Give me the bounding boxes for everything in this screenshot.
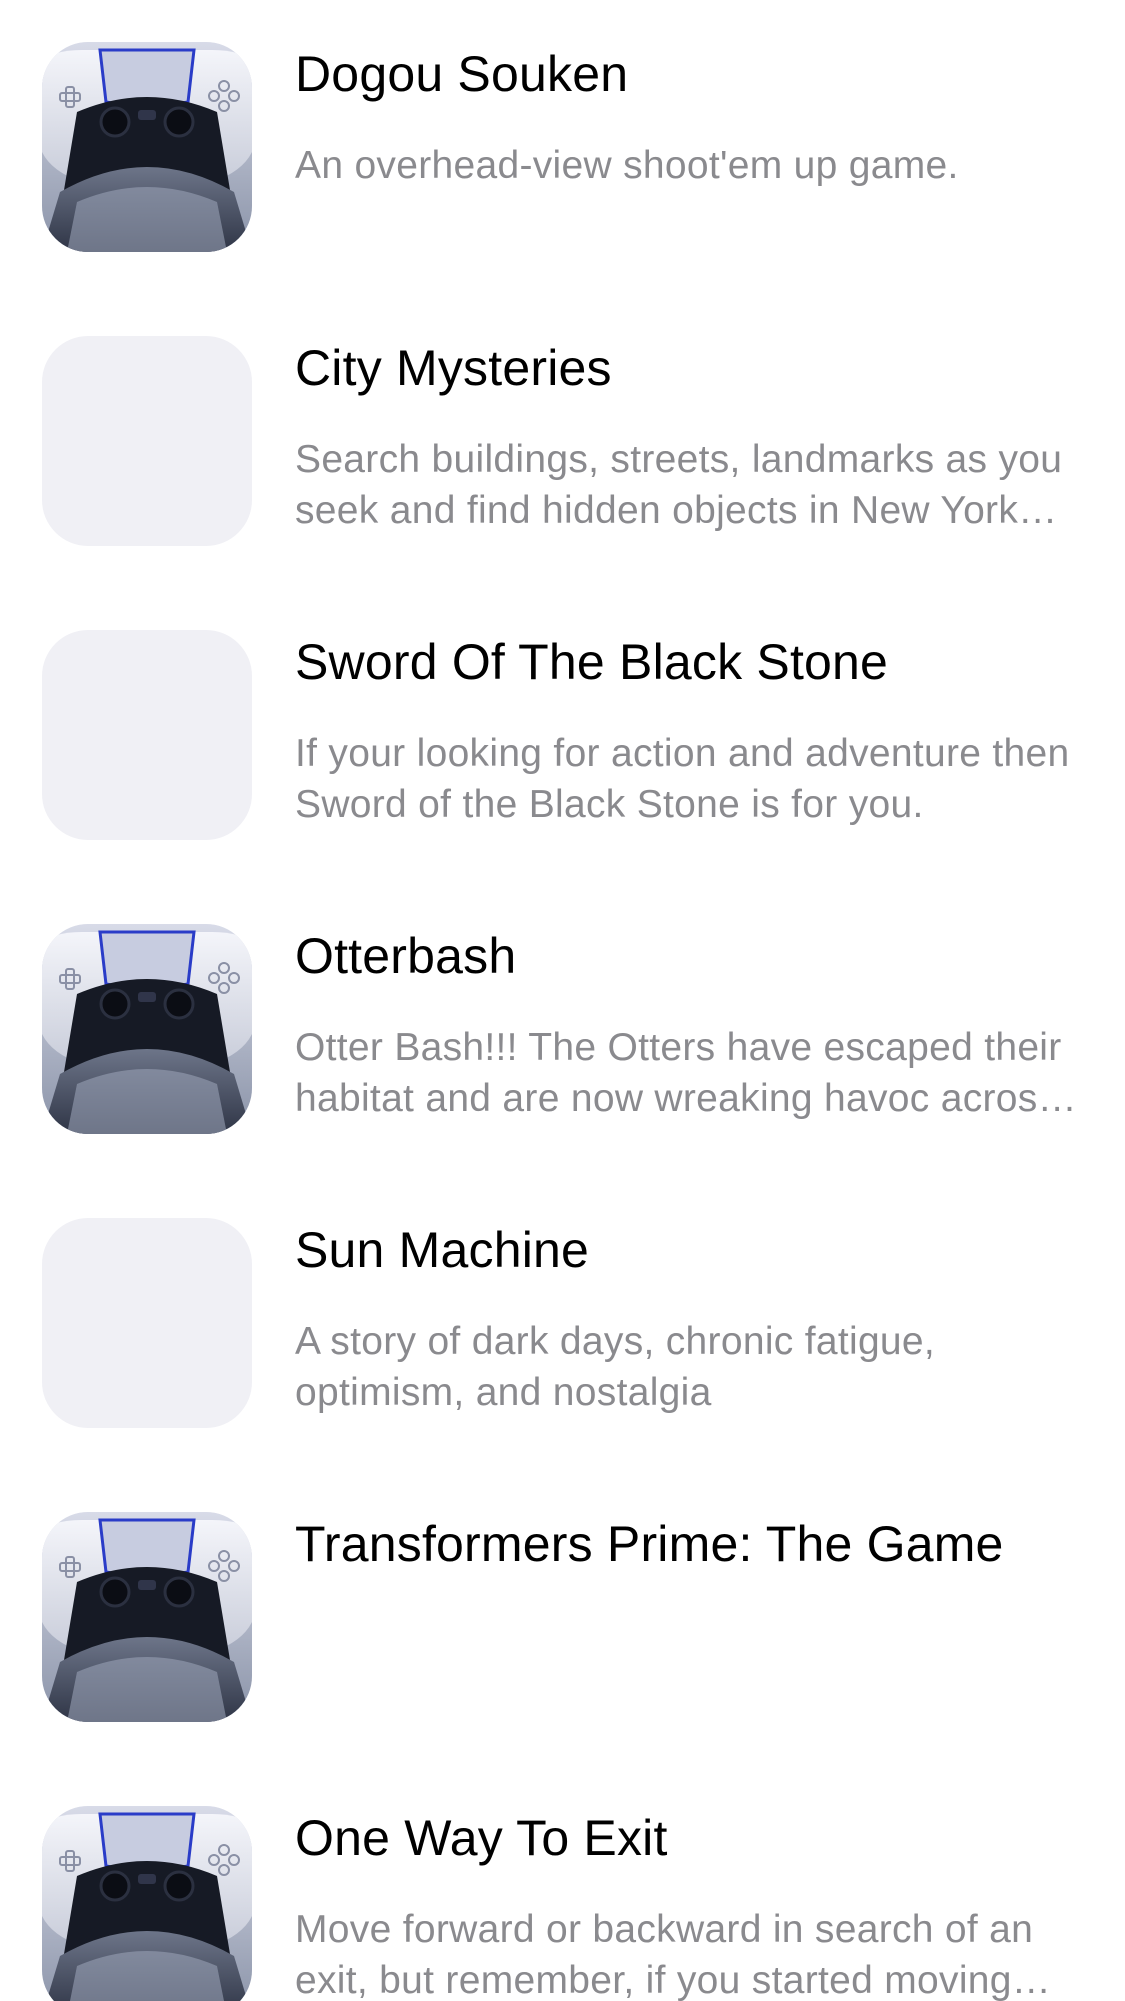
list-item-sword-of-the-black-stone[interactable]: Sword Of The Black Stone If your looking… xyxy=(0,630,1125,924)
placeholder-icon xyxy=(42,336,252,546)
game-controller-icon xyxy=(42,42,252,252)
placeholder-icon xyxy=(42,1218,252,1428)
game-title: Transformers Prime: The Game xyxy=(295,1516,1004,1572)
game-title: City Mysteries xyxy=(295,340,612,396)
game-title: Sun Machine xyxy=(295,1222,590,1278)
game-controller-icon xyxy=(42,1512,252,1722)
game-title: Sword Of The Black Stone xyxy=(295,634,889,690)
game-title: One Way To Exit xyxy=(295,1810,668,1866)
game-description: A story of dark days, chronic fatigue, o… xyxy=(295,1320,936,1414)
game-title: Dogou Souken xyxy=(295,46,629,102)
game-description: Move forward or backward in search of an… xyxy=(295,1908,1034,2001)
game-list: Dogou Souken An overhead-view shoot'em u… xyxy=(0,0,1125,2001)
list-item-transformers-prime[interactable]: Transformers Prime: The Game xyxy=(0,1512,1125,1806)
list-item-one-way-to-exit[interactable]: One Way To Exit Move forward or backward… xyxy=(0,1806,1125,2001)
game-description: Search buildings, streets, landmarks as … xyxy=(295,438,1063,532)
list-item-otterbash[interactable]: Otterbash Otter Bash!!! The Otters have … xyxy=(0,924,1125,1218)
game-description: If your looking for action and adventure… xyxy=(295,732,1070,826)
game-controller-icon xyxy=(42,924,252,1134)
placeholder-icon xyxy=(42,630,252,840)
game-description: Otter Bash!!! The Otters have escaped th… xyxy=(295,1026,1062,1120)
list-item-sun-machine[interactable]: Sun Machine A story of dark days, chroni… xyxy=(0,1218,1125,1512)
game-description: An overhead-view shoot'em up game. xyxy=(295,144,959,187)
game-controller-icon xyxy=(42,1806,252,2001)
list-item-dogou-souken[interactable]: Dogou Souken An overhead-view shoot'em u… xyxy=(0,42,1125,336)
list-item-city-mysteries[interactable]: City Mysteries Search buildings, streets… xyxy=(0,336,1125,630)
game-title: Otterbash xyxy=(295,928,517,984)
